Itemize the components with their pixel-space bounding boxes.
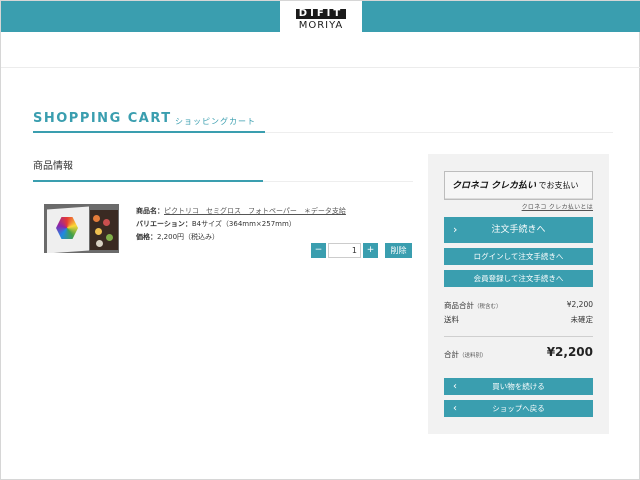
back-to-shop-button[interactable]: ‹ ショップへ戻る: [444, 400, 593, 417]
subtotal-note: （税含む）: [474, 304, 502, 310]
site-logo[interactable]: DIFIT MORIYA: [280, 1, 362, 32]
summary-divider: [444, 336, 593, 337]
quantity-increase-button[interactable]: +: [363, 243, 378, 258]
chevron-left-icon: ‹: [453, 381, 457, 392]
kuroneko-suffix: でお支払い: [538, 181, 579, 190]
logo-top-text: DIFIT: [295, 9, 347, 19]
header-divider: [1, 67, 640, 68]
variation-label: バリエーション：: [136, 220, 192, 228]
quantity-decrease-button[interactable]: −: [311, 243, 326, 258]
continue-shopping-label: 買い物を続ける: [492, 382, 545, 391]
product-info: 商品名：ピクトリコ セミグロス フォトペーパー ＊データ支給 バリエーション：B…: [136, 205, 346, 244]
delete-button[interactable]: 削除: [385, 243, 412, 258]
checkout-label: 注文手続きへ: [491, 225, 546, 235]
chevron-right-icon: ›: [453, 223, 458, 236]
section-title: 商品情報: [33, 161, 73, 172]
login-checkout-button[interactable]: ログインして注文手続きへ: [444, 248, 593, 265]
variation-value: B4サイズ（364mm×257mm）: [191, 220, 296, 228]
logo-bottom-text: MORIYA: [298, 20, 344, 31]
product-name-label: 商品名：: [136, 207, 164, 215]
product-name-link[interactable]: ピクトリコ セミグロス フォトペーパー ＊データ支給: [164, 207, 346, 215]
page-title-underline: [33, 131, 265, 133]
subtotal-row: 商品合計（税含む） ¥2,200: [444, 300, 593, 312]
kuroneko-brand: クロネコ クレカ払い: [452, 181, 536, 191]
register-checkout-button[interactable]: 会員登録して注文手続きへ: [444, 270, 593, 287]
price-label: 価格：: [136, 233, 157, 241]
price-value: 2,200円: [157, 233, 185, 241]
shipping-label: 送料: [444, 315, 459, 324]
subtotal-value: ¥2,200: [566, 300, 593, 309]
subtotal-label: 商品合計: [444, 301, 474, 310]
continue-shopping-button[interactable]: ‹ 買い物を続ける: [444, 378, 593, 395]
chevron-left-icon: ‹: [453, 403, 457, 414]
page-subtitle: ショッピングカート: [175, 117, 256, 126]
kuroneko-pay-button[interactable]: クロネコ クレカ払い でお支払い: [444, 171, 593, 200]
price-note: （税込み）: [184, 233, 220, 241]
total-label: 合計: [444, 350, 459, 359]
product-thumbnail[interactable]: [44, 204, 119, 253]
checkout-button[interactable]: › 注文手続きへ: [444, 217, 593, 243]
section-title-underline: [33, 180, 263, 182]
total-note: （送料別）: [459, 353, 487, 359]
shipping-value: 未確定: [570, 315, 594, 324]
product-image-box: [90, 210, 118, 250]
quantity-input[interactable]: 1: [328, 243, 361, 258]
total-row: 合計（送料別） ¥2,200: [444, 345, 593, 361]
page-title: SHOPPING CART: [33, 111, 172, 126]
product-name-row: 商品名：ピクトリコ セミグロス フォトペーパー ＊データ支給: [136, 205, 346, 218]
shipping-row: 送料 未確定: [444, 314, 593, 326]
back-to-shop-label: ショップへ戻る: [492, 404, 545, 413]
total-value: ¥2,200: [546, 345, 593, 359]
page-title-block: SHOPPING CART ショッピングカート: [33, 111, 613, 133]
kuroneko-info-link[interactable]: クロネコ クレカ払いとは: [444, 202, 593, 211]
product-variation-row: バリエーション：B4サイズ（364mm×257mm）: [136, 218, 346, 231]
